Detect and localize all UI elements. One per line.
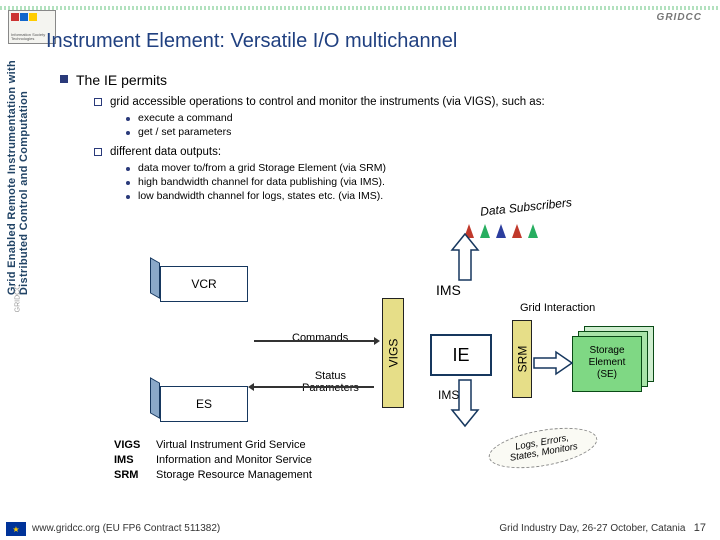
bullet-hollow-icon: [94, 98, 102, 106]
bullet-l3: execute a command: [126, 112, 700, 124]
arrow-srm-right-icon: [534, 352, 572, 379]
bullet-l3-text: low bandwidth channel for logs, states e…: [138, 190, 383, 202]
page-number: 17: [694, 522, 706, 534]
bullet-l1-text: The IE permits: [76, 72, 167, 88]
box-vigs-label: VIGS: [386, 339, 400, 368]
bullet-l2b-text: different data outputs:: [110, 146, 221, 158]
bullet-l1: The IE permits: [60, 72, 700, 88]
box-vigs: VIGS: [382, 298, 404, 408]
bullet-dot-icon: [126, 167, 130, 171]
sidebar-logo: GRIDCC: [15, 285, 22, 313]
bullet-l2a: grid accessible operations to control an…: [94, 96, 700, 108]
bullet-l3-text: get / set parameters: [138, 126, 231, 138]
bullet-l3-text: high bandwidth channel for data publishi…: [138, 176, 385, 188]
arrow-up-icon: [512, 224, 522, 238]
cloud-logs: Logs, Errors, States, Monitors: [486, 421, 601, 476]
box-ie: IE: [430, 334, 492, 376]
bullet-l3: high bandwidth channel for data publishi…: [126, 176, 700, 188]
box-srm-label: SRM: [515, 346, 529, 373]
logo-gridcc-top: GRIDCC: [657, 12, 702, 23]
acronym-row: IMSInformation and Monitor Service: [114, 453, 312, 468]
acronym-row: VIGSVirtual Instrument Grid Service: [114, 438, 312, 453]
acronym-row: SRMStorage Resource Management: [114, 468, 312, 483]
bullet-square-icon: [60, 75, 68, 83]
arrow-ims-down-icon: [452, 380, 478, 431]
bullet-hollow-icon: [94, 148, 102, 156]
bullet-dot-icon: [126, 195, 130, 199]
footer-right: Grid Industry Day, 26-27 October, Catani…: [499, 522, 706, 534]
bullet-l3: low bandwidth channel for logs, states e…: [126, 190, 700, 202]
label-grid-interaction: Grid Interaction: [520, 302, 595, 314]
acronym-list: VIGSVirtual Instrument Grid Service IMSI…: [114, 438, 312, 483]
bullet-dot-icon: [126, 131, 130, 135]
bullet-l2b: different data outputs:: [94, 146, 700, 158]
bullet-l2a-text: grid accessible operations to control an…: [110, 96, 545, 108]
eu-flag-icon: ★: [6, 522, 26, 536]
box-es-label: ES: [160, 386, 248, 422]
decorative-strip: [0, 6, 720, 10]
bullet-l3-text: execute a command: [138, 112, 233, 124]
bullet-dot-icon: [126, 181, 130, 185]
arrow-commands: [254, 340, 374, 342]
bullet-l3-text: data mover to/from a grid Storage Elemen…: [138, 162, 386, 174]
box-srm: SRM: [512, 320, 532, 398]
footer: www.gridcc.org (EU FP6 Contract 511382) …: [32, 522, 706, 534]
box-ie-label: IE: [452, 345, 469, 366]
arrow-up-icon: [480, 224, 490, 238]
box-vcr-label: VCR: [160, 266, 248, 302]
arrow-up-icon: [528, 224, 538, 238]
content-area: The IE permits grid accessible operation…: [60, 72, 700, 204]
slide-title: Instrument Element: Versatile I/O multic…: [46, 30, 457, 53]
label-status-parameters: Status Parameters: [302, 370, 359, 394]
box-storage-element: Storage Element (SE): [572, 336, 642, 392]
arrow-status: [254, 386, 374, 388]
footer-left: www.gridcc.org (EU FP6 Contract 511382): [32, 523, 220, 534]
diagram: Data Subscribers VCR ES Commands Status …: [60, 260, 700, 490]
arrow-ims-up-icon: [452, 234, 478, 285]
label-commands: Commands: [292, 332, 348, 344]
bullet-l3: get / set parameters: [126, 126, 700, 138]
sidebar-text: Grid Enabled Remote Instrumentation with…: [6, 60, 30, 295]
bullet-l3: data mover to/from a grid Storage Elemen…: [126, 162, 700, 174]
arrow-up-icon: [496, 224, 506, 238]
sidebar: Grid Enabled Remote Instrumentation with…: [6, 60, 30, 480]
bullet-dot-icon: [126, 117, 130, 121]
